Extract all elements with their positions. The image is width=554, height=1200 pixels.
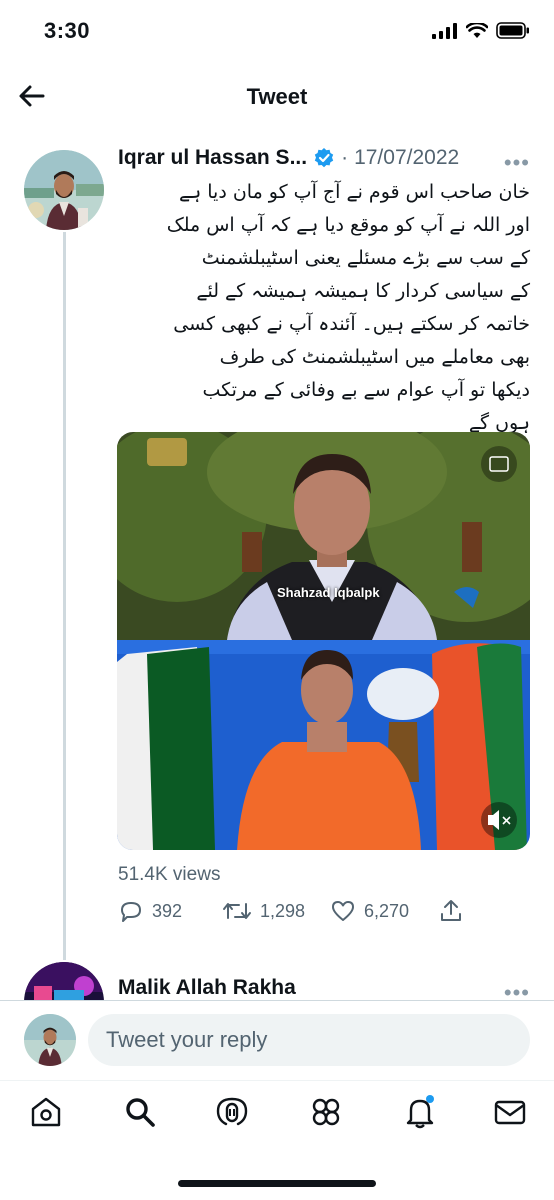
home-icon[interactable]	[28, 1094, 64, 1130]
share-button[interactable]	[438, 898, 464, 924]
thread-line	[63, 232, 66, 960]
tweet-actions: 392 1,298 6,270	[118, 898, 478, 928]
page-title: Tweet	[246, 84, 308, 109]
composer-divider	[0, 1000, 554, 1001]
tweet-date[interactable]: 17/07/2022	[354, 146, 459, 170]
tweet-video[interactable]: Shahzad Iqbalpk	[117, 432, 530, 850]
author-avatar[interactable]	[24, 150, 104, 230]
notifications-icon[interactable]	[402, 1094, 438, 1130]
spaces-icon[interactable]	[214, 1094, 250, 1130]
like-count: 6,270	[364, 900, 410, 921]
reply-input[interactable]: Tweet your reply	[88, 1014, 530, 1066]
author-name[interactable]: Iqrar ul Hassan S...	[118, 146, 307, 170]
wifi-icon	[466, 22, 488, 38]
meta-separator: ·	[341, 146, 349, 169]
reply-count: 392	[152, 900, 183, 921]
reply-button[interactable]: 392	[118, 898, 182, 924]
like-button[interactable]: 6,270	[330, 898, 409, 924]
nav-divider	[0, 1080, 554, 1081]
heart-icon	[332, 901, 354, 921]
reply-author-name[interactable]: Malik Allah Rakha	[118, 976, 296, 1000]
retweet-icon	[223, 903, 251, 919]
retweet-count: 1,298	[260, 900, 306, 921]
tweet-text: خان صاحب اس قوم نے آج آپ کو مان دیا ہے ا…	[166, 181, 530, 434]
status-icons	[432, 22, 530, 39]
search-icon[interactable]	[122, 1094, 158, 1130]
retweet-button[interactable]: 1,298	[222, 898, 305, 924]
home-indicator	[178, 1180, 376, 1187]
verified-badge-icon	[314, 148, 334, 168]
media-caption: Shahzad Iqbalpk	[277, 585, 380, 600]
signal-icon	[432, 22, 457, 39]
tweet-author-row: Iqrar ul Hassan S... · 17/07/2022	[118, 146, 459, 170]
communities-icon[interactable]	[308, 1094, 344, 1130]
battery-icon	[496, 22, 529, 39]
composer-avatar	[24, 1014, 76, 1066]
more-options-icon[interactable]: •••	[504, 150, 530, 176]
view-count[interactable]: 51.4K views	[118, 864, 220, 886]
share-icon	[441, 900, 461, 921]
status-time: 3:30	[44, 18, 91, 43]
messages-icon[interactable]	[492, 1094, 528, 1130]
bottom-nav	[0, 1090, 554, 1140]
reply-icon	[121, 902, 141, 922]
